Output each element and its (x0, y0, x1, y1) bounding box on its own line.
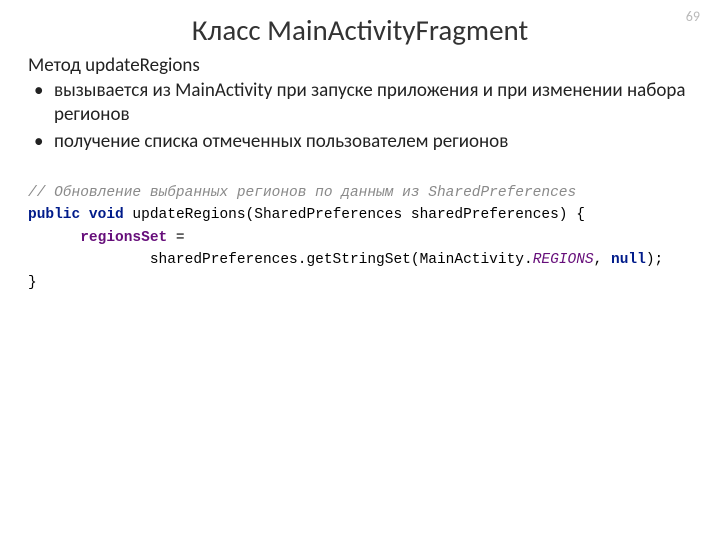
code-keyword: null (611, 252, 646, 268)
code-indent (28, 230, 80, 246)
list-item: вызывается из MainActivity при запуске п… (28, 79, 692, 128)
slide-title: Класс MainActivityFragment (28, 12, 692, 48)
code-text: = (167, 230, 184, 246)
code-field: regionsSet (80, 230, 167, 246)
method-subtitle: Метод updateRegions (28, 54, 692, 77)
page-number: 69 (686, 8, 700, 25)
code-static-field: REGIONS (533, 252, 594, 268)
list-item: получение списка отмеченных пользователе… (28, 130, 692, 154)
code-keyword: void (89, 207, 124, 223)
code-keyword: public (28, 207, 80, 223)
code-brace: } (28, 275, 37, 291)
code-text: ); (646, 252, 663, 268)
code-text: sharedPreferences.getStringSet(MainActiv… (28, 252, 533, 268)
code-block: // Обновление выбранных регионов по данн… (28, 182, 692, 294)
code-comment: // Обновление выбранных регионов по данн… (28, 185, 576, 201)
code-text: , (594, 252, 611, 268)
code-text: updateRegions(SharedPreferences sharedPr… (124, 207, 585, 223)
bullet-list: вызывается из MainActivity при запуске п… (28, 79, 692, 154)
